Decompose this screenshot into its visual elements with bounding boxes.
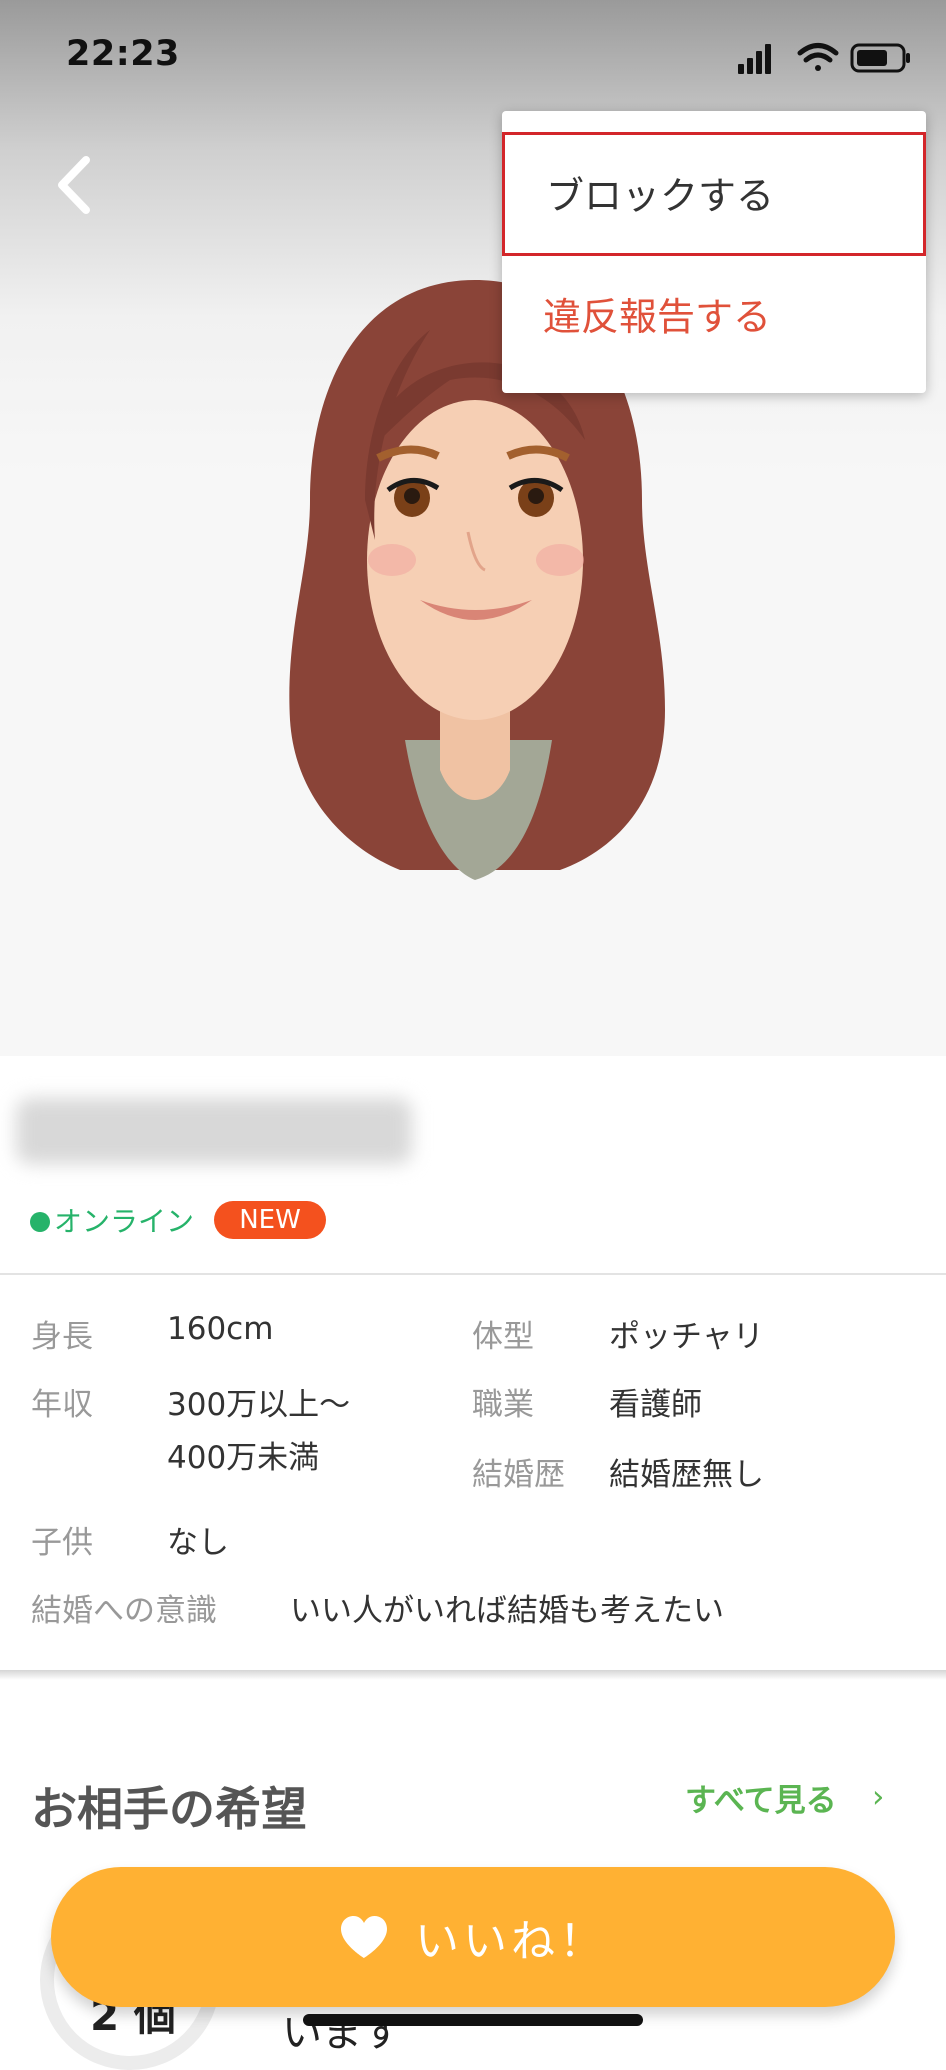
marital-history-label: 結婚歴 xyxy=(472,1457,565,1493)
status-time: 22:23 xyxy=(66,34,180,74)
chevron-right-icon: › xyxy=(872,1779,885,1815)
children-label: 子供 xyxy=(31,1525,93,1561)
new-badge: NEW xyxy=(214,1201,326,1239)
height-label: 身長 xyxy=(31,1319,93,1355)
status-icons xyxy=(738,43,910,74)
income-value-line1: 300万以上〜 xyxy=(167,1387,351,1423)
report-menu-item[interactable]: 違反報告する xyxy=(543,286,771,341)
partial-text: います xyxy=(282,2010,402,2056)
marriage-intent-value: いい人がいれば結婚も考えたい xyxy=(290,1593,724,1629)
marital-history-value: 結婚歴無し xyxy=(609,1457,764,1493)
blurred-username xyxy=(16,1098,412,1164)
occupation-label: 職業 xyxy=(472,1387,534,1423)
like-label: いいね！ xyxy=(415,1916,607,1967)
see-all-link[interactable]: すべて見る xyxy=(685,1775,837,1820)
wifi-icon xyxy=(797,43,839,71)
income-value-line2: 400万未満 xyxy=(167,1440,320,1476)
chevron-left-icon[interactable] xyxy=(46,150,106,220)
heart-icon xyxy=(341,1916,387,1958)
like-button[interactable]: いいね！ xyxy=(51,1867,895,2007)
body-type-label: 体型 xyxy=(472,1319,534,1355)
online-status: オンライン xyxy=(30,1200,194,1240)
block-label: ブロックする xyxy=(546,174,775,218)
home-indicator[interactable] xyxy=(303,2014,643,2026)
section-divider xyxy=(0,1670,946,1680)
signal-icon xyxy=(738,44,771,74)
occupation-value: 看護師 xyxy=(609,1387,702,1423)
block-menu-item[interactable]: ブロックする xyxy=(502,132,926,256)
children-value: なし xyxy=(167,1525,229,1561)
partner-wishes-title: お相手の希望 xyxy=(31,1782,307,1836)
battery-icon xyxy=(850,43,910,73)
online-label: オンライン xyxy=(54,1205,195,1238)
income-label: 年収 xyxy=(31,1387,93,1423)
marriage-intent-label: 結婚への意識 xyxy=(31,1593,217,1629)
body-type-value: ポッチャリ xyxy=(609,1319,764,1355)
height-value: 160cm xyxy=(167,1311,274,1347)
online-dot-icon xyxy=(30,1212,50,1232)
divider xyxy=(0,1273,946,1275)
